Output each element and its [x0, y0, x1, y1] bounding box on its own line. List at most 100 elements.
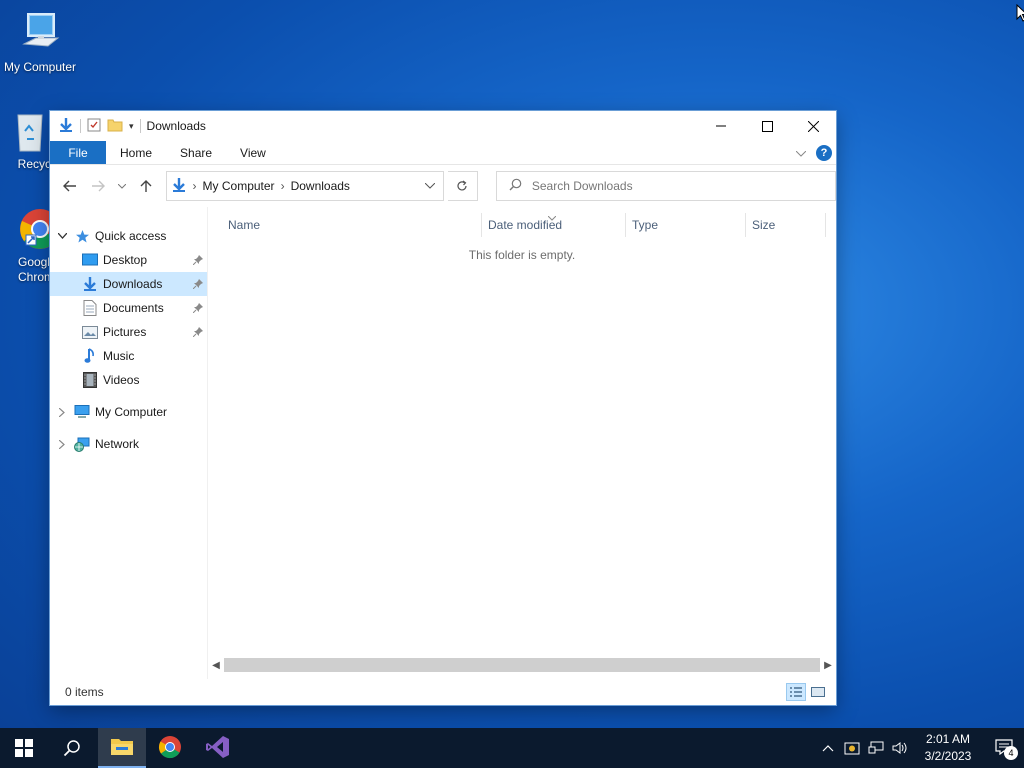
nav-label: Downloads — [103, 277, 163, 291]
network-status-icon[interactable] — [864, 741, 888, 755]
nav-label: Music — [103, 349, 135, 363]
scrollbar-thumb[interactable] — [224, 658, 820, 672]
pin-icon[interactable] — [192, 278, 203, 292]
action-center-button[interactable]: 4 — [984, 728, 1024, 768]
nav-label: Network — [95, 437, 140, 451]
computer-icon — [16, 10, 64, 58]
refresh-button[interactable] — [448, 171, 478, 201]
up-button[interactable] — [134, 174, 158, 198]
tab-home[interactable]: Home — [106, 141, 166, 164]
breadcrumb-downloads[interactable]: Downloads — [291, 179, 350, 193]
column-header-name[interactable]: Name — [208, 213, 482, 237]
recent-locations-dropdown[interactable] — [114, 174, 130, 198]
clock-date: 3/2/2023 — [924, 749, 972, 763]
title-bar[interactable]: ▾ Downloads — [50, 111, 836, 141]
status-bar: 0 items — [50, 679, 836, 705]
details-view-button[interactable] — [786, 683, 806, 701]
pin-icon[interactable] — [192, 326, 203, 340]
properties-icon[interactable] — [87, 118, 101, 135]
nav-label: Pictures — [103, 325, 147, 339]
nav-music[interactable]: Music — [50, 344, 207, 368]
forward-button[interactable] — [86, 174, 110, 198]
music-note-icon — [82, 348, 98, 364]
horizontal-scrollbar[interactable]: ◀ ▶ — [208, 657, 836, 673]
nav-pictures[interactable]: Pictures — [50, 320, 207, 344]
system-clock[interactable]: 2:01 AM 3/2/2023 — [916, 731, 980, 765]
large-icons-view-button[interactable] — [808, 683, 828, 701]
nav-documents[interactable]: Documents — [50, 296, 207, 320]
back-button[interactable] — [58, 174, 82, 198]
help-button[interactable]: ? — [816, 144, 832, 161]
taskbar-file-explorer[interactable] — [98, 728, 146, 768]
navigation-pane: Quick access Desktop Downloads Documents… — [50, 207, 208, 679]
empty-folder-message: This folder is empty. — [468, 248, 576, 262]
film-strip-icon — [82, 372, 98, 388]
collapse-chevron-icon[interactable] — [50, 233, 74, 239]
pin-icon[interactable] — [192, 254, 203, 268]
show-hidden-icons-chevron-icon[interactable] — [816, 744, 840, 752]
scroll-left-icon[interactable]: ◀ — [208, 660, 224, 671]
taskbar-visual-studio[interactable] — [194, 728, 242, 768]
navigation-bar: › My Computer › Downloads Search Downloa… — [50, 165, 837, 207]
nav-quick-access[interactable]: Quick access — [50, 224, 207, 248]
minimize-button[interactable] — [698, 111, 744, 141]
tab-view[interactable]: View — [226, 141, 280, 164]
search-input[interactable]: Search Downloads — [495, 171, 837, 201]
divider — [80, 119, 81, 133]
item-count: 0 items — [65, 685, 104, 699]
column-header-size[interactable]: Size — [746, 213, 826, 237]
nav-my-computer[interactable]: My Computer — [50, 400, 207, 424]
customize-toolbar-dropdown-icon[interactable]: ▾ — [129, 121, 134, 132]
pictures-icon — [82, 324, 98, 340]
expand-chevron-icon[interactable] — [50, 407, 74, 417]
tab-share[interactable]: Share — [166, 141, 226, 164]
nav-videos[interactable]: Videos — [50, 368, 207, 392]
nav-downloads[interactable]: Downloads — [50, 272, 207, 296]
scroll-right-icon[interactable]: ▶ — [820, 660, 836, 671]
expand-chevron-icon[interactable] — [50, 439, 74, 449]
recycle-bin-icon — [6, 107, 54, 155]
address-bar[interactable]: › My Computer › Downloads — [165, 171, 444, 201]
new-folder-icon[interactable] — [107, 118, 123, 135]
column-header-type[interactable]: Type — [626, 213, 746, 237]
visual-studio-icon — [206, 735, 230, 762]
ribbon-tabs: File Home Share View ? — [50, 141, 836, 165]
nav-network[interactable]: Network — [50, 432, 207, 456]
system-tray: 2:01 AM 3/2/2023 4 — [816, 728, 1024, 768]
taskbar-chrome[interactable] — [146, 728, 194, 768]
tab-file[interactable]: File — [50, 141, 106, 164]
expand-ribbon-chevron-icon[interactable] — [795, 146, 807, 160]
taskbar: 2:01 AM 3/2/2023 4 — [0, 728, 1024, 768]
network-icon — [74, 436, 90, 452]
mouse-cursor-icon — [1016, 3, 1024, 25]
start-button[interactable] — [0, 728, 48, 768]
nav-label: Videos — [103, 373, 140, 387]
search-placeholder: Search Downloads — [531, 179, 633, 193]
download-arrow-icon — [58, 117, 74, 136]
nav-desktop[interactable]: Desktop — [50, 248, 207, 272]
chrome-icon — [158, 735, 182, 762]
nav-label: My Computer — [95, 405, 168, 419]
file-list-pane[interactable]: Name Date modified Type Size This folder… — [208, 207, 836, 679]
search-button[interactable] — [48, 728, 96, 768]
desktop-icon-label: My Computer — [3, 60, 77, 74]
security-icon[interactable] — [840, 740, 864, 756]
volume-icon[interactable] — [888, 741, 912, 755]
clock-time: 2:01 AM — [925, 732, 971, 746]
desktop-folder-icon — [82, 252, 98, 268]
close-button[interactable] — [790, 111, 836, 141]
window-title: Downloads — [146, 119, 206, 133]
breadcrumb-separator-icon: › — [192, 179, 197, 193]
breadcrumb-my-computer[interactable]: My Computer — [203, 179, 275, 193]
column-header-date-modified[interactable]: Date modified — [482, 213, 626, 237]
column-headers: Name Date modified Type Size — [208, 209, 836, 241]
file-explorer-icon — [110, 736, 134, 759]
nav-label: Documents — [103, 301, 164, 315]
address-dropdown-button[interactable] — [417, 172, 443, 200]
star-icon — [74, 228, 90, 244]
pin-icon[interactable] — [192, 302, 203, 316]
maximize-button[interactable] — [744, 111, 790, 141]
file-explorer-window: ▾ Downloads File Home Share View ? › My … — [50, 111, 837, 705]
notification-count-badge: 4 — [1004, 746, 1018, 760]
desktop-icon-my-computer[interactable]: My Computer — [0, 10, 80, 74]
